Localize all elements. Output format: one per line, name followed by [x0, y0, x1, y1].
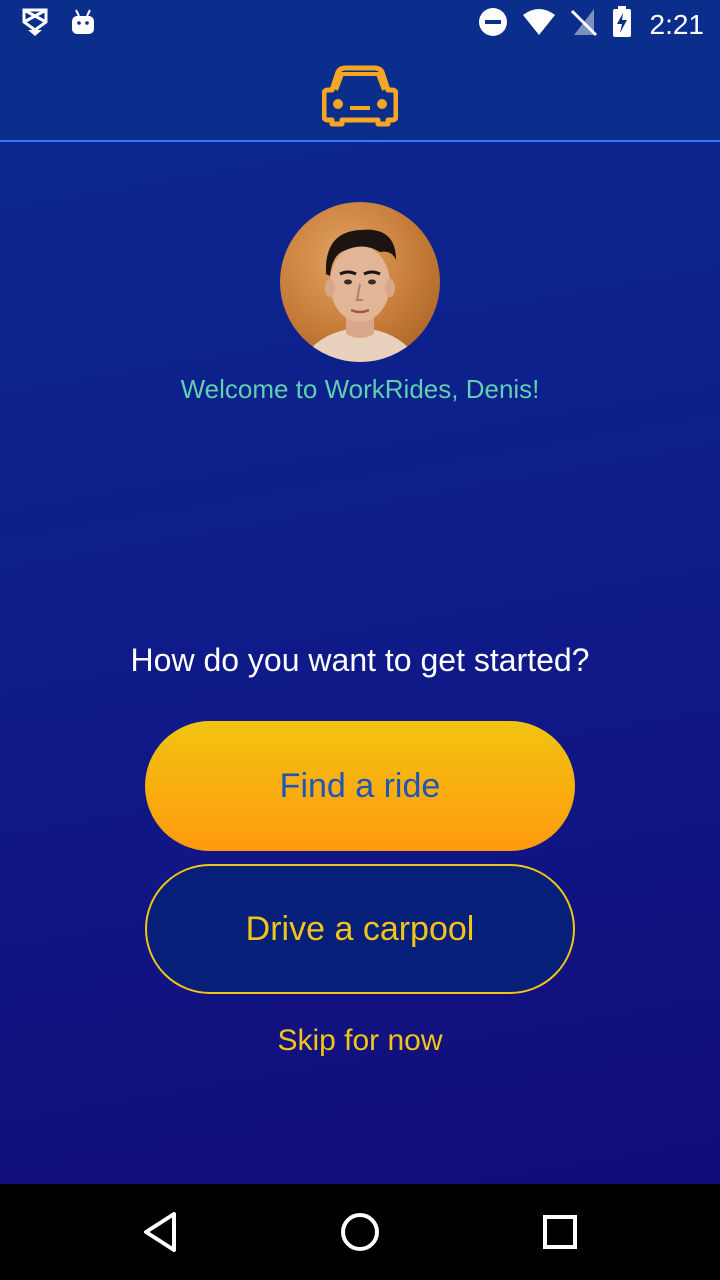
drive-carpool-button[interactable]: Drive a carpool: [145, 864, 575, 994]
find-ride-label: Find a ride: [279, 766, 441, 805]
navigation-bar: [0, 1184, 720, 1280]
do-not-disturb-icon: [478, 7, 508, 42]
status-time: 2:21: [649, 8, 705, 40]
status-bar: 2:21: [0, 0, 720, 48]
avatar: [280, 202, 440, 362]
app-bar: [0, 48, 720, 142]
onboarding-question: How do you want to get started?: [130, 642, 590, 678]
drive-carpool-label: Drive a carpool: [245, 909, 475, 948]
wifi-icon: [522, 8, 556, 41]
battery-charging-icon: [612, 6, 632, 43]
notification-icon: [22, 8, 48, 45]
no-sim-icon: [570, 7, 598, 42]
android-icon: [70, 8, 96, 45]
back-icon[interactable]: [134, 1206, 186, 1258]
skip-link[interactable]: Skip for now: [0, 1024, 720, 1058]
home-icon[interactable]: [334, 1206, 386, 1258]
car-icon: [321, 64, 399, 133]
welcome-message: Welcome to WorkRides, Denis!: [180, 374, 540, 404]
find-ride-button[interactable]: Find a ride: [145, 721, 575, 851]
recents-icon[interactable]: [534, 1206, 586, 1258]
